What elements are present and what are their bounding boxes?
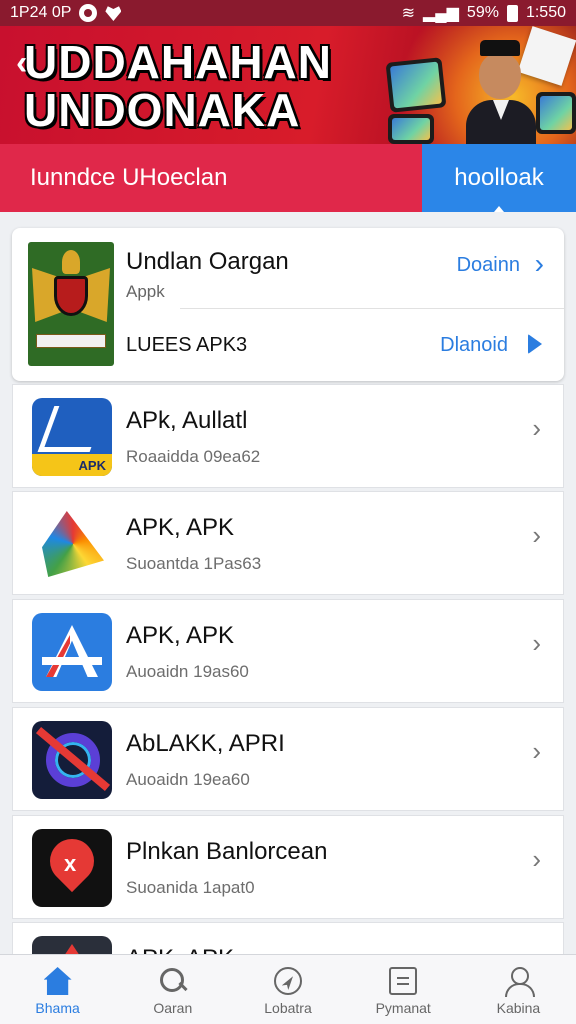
app-subtitle: Auoaidn 19ea60 (126, 770, 250, 789)
tablet-graphic (385, 57, 447, 113)
chevron-right-icon[interactable]: › (532, 522, 541, 548)
nav-search[interactable]: Oaran (115, 955, 230, 1024)
featured-card: Undlan Oargan Appk LUEES APK3 Doainn › D… (12, 228, 564, 381)
app-title: APK, APK (126, 622, 235, 649)
notification-heart-icon (105, 6, 122, 21)
banner-title-line2: UNDONAKA (24, 84, 301, 136)
chevron-right-icon[interactable]: › (532, 846, 541, 872)
tab-row: Iunndce UHoeclan hoolloak (0, 144, 576, 212)
battery-percent: 59% (466, 4, 499, 21)
nav-label: Pymanat (375, 1000, 431, 1016)
app-title: AbLAKK, APRI (126, 730, 285, 757)
featured-apk-label: LUEES APK3 (126, 334, 248, 356)
tab-primary[interactable]: Iunndce UHoeclan (0, 144, 422, 212)
featured-subtitle: Appk (126, 282, 165, 301)
app-subtitle: Suoanida 1apat0 (126, 878, 255, 897)
apk-arrow-icon: APK (32, 398, 112, 476)
banner-title-line1: UDDAHAHAN (24, 36, 332, 88)
featured-divider (180, 308, 564, 309)
chevron-right-icon[interactable]: › (532, 415, 541, 441)
compass-icon (274, 967, 302, 995)
status-time: 1P24 0P (10, 4, 72, 21)
nav-explore[interactable]: Lobatra (230, 955, 345, 1024)
garuda-emblem-icon (28, 242, 114, 366)
nav-label: Lobatra (264, 1000, 312, 1016)
wifi-icon: ≋ (401, 5, 415, 22)
status-bar: 1P24 0P ≋ ▂▄▆ 59% 1:550 (0, 0, 576, 26)
app-subtitle: Suoantda 1Pas63 (126, 554, 262, 573)
home-icon (43, 967, 72, 995)
chevron-right-icon[interactable]: › (532, 738, 541, 764)
app-title: Plnkan Banlorcean (126, 838, 328, 865)
chevron-right-icon[interactable]: › (532, 630, 541, 656)
list-item[interactable]: APK, APK Suoantda 1Pas63 › (12, 491, 564, 595)
back-button[interactable]: ‹ (16, 46, 44, 80)
tab-secondary[interactable]: hoolloak (422, 144, 576, 212)
list-item[interactable]: x Plnkan Banlorcean Suoanida 1apat0 › (12, 815, 564, 919)
list-item[interactable]: AbLAKK, APRI Auoaidn 19ea60 › (12, 707, 564, 811)
search-icon (159, 967, 187, 995)
banner-title: UDDAHAHAN UNDONAKA (24, 38, 332, 134)
battery-icon (506, 4, 518, 22)
status-clock: 1:550 (525, 4, 566, 21)
tablet-graphic (388, 114, 434, 144)
tablet-graphic (536, 92, 576, 134)
play-arrow-icon[interactable] (528, 334, 542, 354)
android-download-link[interactable]: Dlanoid (440, 334, 508, 357)
app-subtitle: Roaaidda 09ea62 (126, 447, 261, 466)
nav-home[interactable]: Bhama (0, 955, 115, 1024)
blocked-ring-icon (32, 721, 112, 799)
person-icon (504, 967, 536, 997)
status-right: ≋ ▂▄▆ 59% 1:550 (402, 3, 566, 23)
nav-profile[interactable]: Kabina (461, 955, 576, 1024)
notification-circle-icon (79, 4, 98, 22)
nav-label: Oaran (153, 1000, 193, 1016)
app-store-a-icon (32, 613, 112, 691)
app-title: APk, Aullatl (126, 407, 248, 434)
document-icon (389, 967, 418, 995)
app-subtitle: Auoaidn 19as60 (126, 662, 249, 681)
colorful-triangle-icon (32, 505, 112, 583)
presenter-photo (466, 40, 536, 144)
red-pin-icon: x (32, 829, 112, 907)
download-link[interactable]: Doainn (457, 254, 520, 277)
signal-icon: ▂▄▆ (422, 5, 459, 22)
list-item[interactable]: APK APk, Aullatl Roaaidda 09ea62 › (12, 384, 564, 488)
nav-documents[interactable]: Pymanat (346, 955, 461, 1024)
featured-title: Undlan Oargan (126, 248, 289, 275)
chevron-right-icon[interactable]: › (535, 250, 544, 278)
status-left: 1P24 0P (10, 4, 122, 22)
app-title: APK, APK (126, 514, 235, 541)
bottom-nav: Bhama Oaran Lobatra Pymanat Kabina (0, 954, 576, 1024)
list-item[interactable]: APK, APK Auoaidn 19as60 › (12, 599, 564, 703)
nav-label: Kabina (496, 1000, 541, 1016)
nav-label: Bhama (35, 1000, 80, 1016)
header-banner: UDDAHAHAN UNDONAKA ‹ (0, 26, 576, 144)
